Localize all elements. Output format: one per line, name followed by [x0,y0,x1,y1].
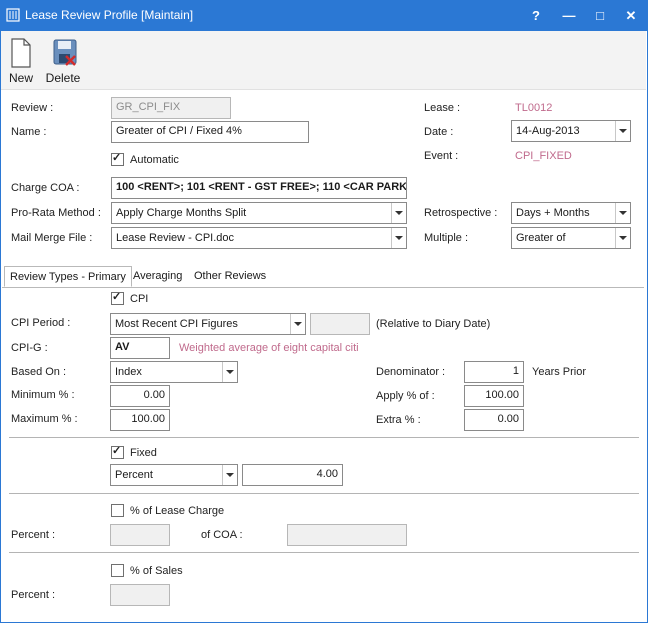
of-coa-label: of COA : [201,529,243,541]
title-bar: Lease Review Profile [Maintain] ? — □ ✕ [0,0,648,31]
retrospective-combo[interactable]: Days + Months [511,202,631,224]
prorata-label: Pro-Rata Method : [11,207,101,219]
window-title: Lease Review Profile [Maintain] [25,8,194,22]
retrospective-label: Retrospective : [424,207,498,219]
mailmerge-combo[interactable]: Lease Review - CPI.doc [111,227,407,249]
date-value: 14-Aug-2013 [516,125,580,137]
chevron-down-icon[interactable] [615,121,630,141]
mailmerge-label: Mail Merge File : [11,232,93,244]
multiple-label: Multiple : [424,232,469,244]
chevron-down-icon[interactable] [615,203,630,223]
new-button[interactable]: New [4,36,38,88]
charge-coa-label: Charge COA : [11,182,80,194]
tab-other-reviews[interactable]: Other Reviews [189,266,271,287]
delete-save-icon [53,39,77,66]
new-document-icon [11,38,31,68]
delete-label: Delete [45,71,81,85]
prorata-combo[interactable]: Apply Charge Months Split [111,202,407,224]
event-label: Event : [424,150,459,162]
lease-link[interactable]: TL0012 [515,102,552,114]
close-button[interactable]: ✕ [615,0,647,31]
automatic-label: Automatic [130,154,179,166]
delete-button[interactable]: Delete [43,36,83,88]
years-prior-label: Years Prior [532,366,587,378]
tab-averaging[interactable]: Averaging [128,266,187,287]
name-label: Name : [11,126,47,138]
maximize-button[interactable]: □ [584,0,616,31]
charge-coa-field[interactable]: 100 <RENT>; 101 <RENT - GST FREE>; 110 <… [111,177,407,199]
retrospective-value: Days + Months [516,207,590,219]
cpi-label: CPI [130,293,149,305]
lease-charge-checkbox[interactable] [111,504,124,517]
fixed-checkbox[interactable] [111,444,124,459]
sales-checkbox[interactable] [111,564,124,577]
maximum-field[interactable]: 100.00 [110,409,170,431]
minimize-button[interactable]: — [553,0,585,31]
event-link[interactable]: CPI_FIXED [515,150,572,162]
toolbar [1,31,646,90]
cpi-checkbox[interactable] [111,290,124,305]
divider [9,493,639,494]
date-picker[interactable]: 14-Aug-2013 [511,120,631,142]
divider [9,437,639,438]
tab-review-types-primary[interactable]: Review Types - Primary [4,266,132,287]
chevron-down-icon[interactable] [391,228,406,248]
divider [9,552,639,553]
help-button[interactable]: ? [520,0,552,31]
chevron-down-icon[interactable] [222,465,237,485]
cpi-period-label: CPI Period : [11,317,71,329]
lease-charge-label: % of Lease Charge [130,505,225,517]
cpi-period-note: (Relative to Diary Date) [376,318,491,330]
fixed-type-value: Percent [115,469,153,481]
app-icon [6,8,20,22]
prorata-value: Apply Charge Months Split [116,207,247,219]
based-on-value: Index [115,366,142,378]
name-field[interactable]: Greater of CPI / Fixed 4% [111,121,309,143]
cpi-period-extra-field [310,313,370,335]
denominator-field[interactable]: 1 [464,361,524,383]
denominator-label: Denominator : [376,366,446,378]
sales-percent-label: Percent : [11,589,56,601]
cpi-g-description: Weighted average of eight capital citi [179,342,359,354]
lease-charge-percent-label: Percent : [11,529,56,541]
sales-label: % of Sales [130,565,183,577]
chevron-down-icon[interactable] [290,314,305,334]
review-field: GR_CPI_FIX [111,97,231,119]
cpi-period-value: Most Recent CPI Figures [115,318,238,330]
minimum-label: Minimum % : [11,389,75,401]
multiple-combo[interactable]: Greater of [511,227,631,249]
tab-strip-line [2,287,644,288]
fixed-type-combo[interactable]: Percent [110,464,238,486]
chevron-down-icon[interactable] [222,362,237,382]
new-label: New [8,71,33,85]
date-label: Date : [424,126,454,138]
chevron-down-icon[interactable] [615,228,630,248]
based-on-combo[interactable]: Index [110,361,238,383]
sales-percent-field [110,584,170,606]
apply-label: Apply % of : [376,390,435,402]
maximum-label: Maximum % : [11,413,78,425]
cpi-g-field[interactable]: AV [110,337,170,359]
fixed-label: Fixed [130,447,157,459]
mailmerge-value: Lease Review - CPI.doc [116,232,234,244]
review-label: Review : [11,102,54,114]
fixed-amount-field[interactable]: 4.00 [242,464,343,486]
based-on-label: Based On : [11,366,67,378]
cpi-period-combo[interactable]: Most Recent CPI Figures [110,313,306,335]
lease-charge-percent-field [110,524,170,546]
automatic-checkbox[interactable] [111,151,124,166]
minimum-field[interactable]: 0.00 [110,385,170,407]
extra-field[interactable]: 0.00 [464,409,524,431]
of-coa-field [287,524,407,546]
chevron-down-icon[interactable] [391,203,406,223]
apply-field[interactable]: 100.00 [464,385,524,407]
cpi-g-label: CPI-G : [11,342,48,354]
extra-label: Extra % : [376,414,421,426]
multiple-value: Greater of [516,232,566,244]
lease-label: Lease : [424,102,461,114]
